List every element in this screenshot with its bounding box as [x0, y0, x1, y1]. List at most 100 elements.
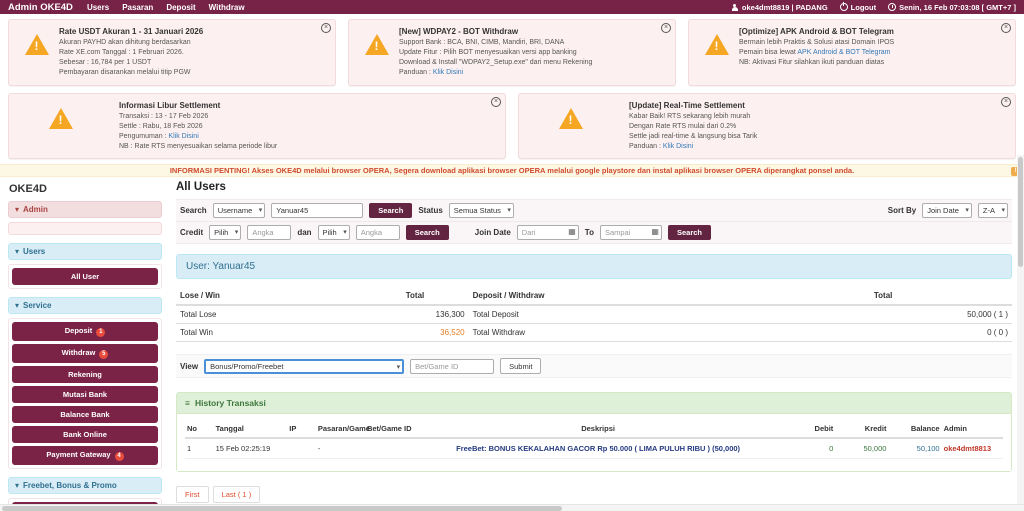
close-icon[interactable]: ×	[321, 23, 331, 33]
history-header-ip: IP	[287, 420, 316, 440]
sidebar-item-rekening[interactable]: Rekening	[12, 366, 158, 384]
calendar-icon: ▦	[568, 227, 576, 237]
summary-header-lose-win: Lose / Win	[176, 287, 402, 307]
history-header-admin: Admin	[941, 420, 1003, 440]
sort-order-select[interactable]: Z-A ▾	[977, 203, 1008, 219]
notice-line: Transaksi : 13 - 17 Feb 2026	[119, 112, 209, 120]
filter-row-credit: Credit Pilih ▾ dan Pilih ▾ Search Join Dat…	[176, 222, 1012, 245]
credit-value1-input[interactable]	[247, 225, 292, 241]
vertical-scrollbar-thumb[interactable]	[1018, 157, 1023, 267]
cell-tanggal: 15 Feb 02:25:19	[213, 438, 288, 460]
sidebar-section-freebet[interactable]: ▾ Freebet, Bonus & Promo	[8, 477, 162, 495]
notice-line: Dengan Rate RTS mulai dari 0.2%	[629, 122, 737, 130]
logout-button[interactable]: Logout	[839, 2, 876, 12]
notice-line-prefix: Panduan :	[629, 142, 663, 150]
sidebar-section-users[interactable]: ▾ Users	[8, 243, 162, 261]
search-by-select[interactable]: Username ▾	[212, 203, 266, 219]
status-select[interactable]: Semua Status ▾	[448, 203, 514, 219]
notice-line-prefix: Pemain bisa lewat	[739, 49, 798, 57]
to-label: To	[584, 228, 594, 238]
credit-value2-input[interactable]	[355, 225, 400, 241]
vertical-scrollbar[interactable]	[1017, 155, 1024, 504]
users-section-panel: All User	[8, 264, 162, 290]
sidebar-item-all-user[interactable]: All User	[12, 268, 158, 286]
service-section-panel: Deposit 1 Withdraw 5 Rekening Mutasi Bank …	[8, 318, 162, 470]
date-from-input[interactable]: Dari ▦	[516, 225, 579, 241]
sidebar-section-label: Service	[23, 301, 52, 311]
bet-game-id-input[interactable]	[410, 358, 495, 374]
current-user[interactable]: oke4dmt8819 | PADANG	[731, 3, 828, 12]
sort-field-select[interactable]: Join Date ▾	[922, 203, 972, 219]
view-select[interactable]: Bonus/Promo/Freebet ▾	[204, 358, 405, 374]
close-icon[interactable]: ×	[1001, 23, 1011, 33]
chevron-down-icon: ▾	[1001, 207, 1005, 215]
sidebar-item-mutasi-bank[interactable]: Mutasi Bank	[12, 386, 158, 404]
notice-title: Informasi Libur Settlement	[119, 100, 221, 110]
nav-item-pasaran[interactable]: Pasaran	[122, 3, 153, 12]
nav-menu: Users Pasaran Deposit Withdraw	[87, 3, 245, 12]
sidebar-section-admin[interactable]: ▾ Admin	[8, 201, 162, 219]
credit-op1-select[interactable]: Pilih ▾	[209, 225, 242, 241]
first-page-button[interactable]: First	[176, 486, 209, 504]
notice-line-prefix: Pengumuman :	[119, 132, 169, 140]
submit-button[interactable]: Submit	[500, 358, 542, 375]
cell-pasaran: -	[315, 438, 365, 460]
chevron-down-icon: ▾	[15, 481, 20, 491]
sidebar-item-withdraw[interactable]: Withdraw 5	[12, 344, 158, 364]
notice-line: Akuran PAYHD akan dihitung berdasarkan	[59, 39, 191, 46]
notice-line: Download & Install "WDPAY2_Setup.exe" da…	[399, 59, 593, 67]
notification-badge: 1	[96, 328, 106, 338]
date-from-placeholder: Dari	[521, 228, 536, 238]
chevron-down-icon: ▾	[965, 207, 969, 215]
klik-disini-link[interactable]: Klik Disini	[663, 143, 693, 150]
notice-title: [New] WDPAY2 - BOT Withdraw	[399, 27, 519, 36]
close-icon[interactable]: ×	[661, 23, 671, 33]
notice-line: Settle : Rabu, 18 Feb 2026	[119, 122, 203, 130]
history-header-tanggal: Tanggal	[213, 420, 288, 440]
datetime-label: Senin, 16 Feb 07:03:08 [ GMT+7 ]	[899, 2, 1016, 12]
notice-line: NB: Aktivasi Fitur silahkan ikuti pandua…	[739, 59, 885, 67]
warning-icon	[559, 107, 583, 129]
sidebar-item-label: Payment Gateway	[46, 450, 111, 460]
klik-disini-link[interactable]: Klik Disini	[168, 133, 198, 140]
cell-ip	[287, 438, 316, 460]
search-input[interactable]	[271, 203, 364, 219]
summary-row: Total Win 36,520 Total Withdraw 0 ( 0 )	[176, 323, 1012, 343]
date-to-input[interactable]: Sampai ▦	[599, 225, 662, 241]
klik-disini-link[interactable]: Klik Disini	[433, 69, 463, 76]
last-page-button[interactable]: Last ( 1 )	[212, 486, 261, 504]
nav-item-users[interactable]: Users	[87, 3, 109, 12]
summary-table: Lose / Win Total Deposit / Withdraw Tota…	[176, 287, 1012, 343]
horizontal-scrollbar-thumb[interactable]	[2, 506, 562, 511]
summary-header-total-1: Total	[401, 287, 469, 307]
total-lose-value: 136,300	[401, 305, 469, 325]
sidebar-item-payment-gateway[interactable]: Payment Gateway 4	[12, 446, 158, 466]
sidebar-item-bank-online[interactable]: Bank Online	[12, 426, 158, 444]
notice-line: Pembayaran disarankan melalui titip PGW	[59, 69, 191, 77]
status-value: Semua Status	[453, 206, 501, 216]
notice-line: Kabar Baik! RTS sekarang lebih murah	[629, 112, 751, 120]
apk-bot-link[interactable]: APK Android & BOT Telegram	[797, 49, 890, 56]
search-button[interactable]: Search	[369, 203, 413, 219]
warning-icon	[705, 34, 729, 55]
nav-item-withdraw[interactable]: Withdraw	[209, 3, 245, 12]
credit-op2-select[interactable]: Pilih ▾	[317, 225, 350, 241]
sidebar-section-service[interactable]: ▾ Service	[8, 297, 162, 315]
warning-icon	[25, 34, 49, 55]
close-icon[interactable]: ×	[1001, 96, 1011, 107]
sidebar-item-deposit[interactable]: Deposit 1	[12, 322, 158, 342]
summary-header-total-2: Total	[869, 287, 1012, 307]
search-by-value: Username	[217, 206, 253, 216]
sidebar-item-balance-bank[interactable]: Balance Bank	[12, 406, 158, 424]
credit-op1-value: Pilih	[214, 228, 229, 238]
nav-item-deposit[interactable]: Deposit	[166, 3, 195, 12]
credit-search-button[interactable]: Search	[405, 225, 449, 241]
close-icon[interactable]: ×	[491, 96, 501, 107]
navbar-right: oke4dmt8819 | PADANG Logout Senin, 16 Fe…	[731, 2, 1016, 12]
cell-deskripsi: FreeBet: BONUS KEKALAHAN GACOR Rp 50.000…	[414, 438, 783, 460]
horizontal-scrollbar[interactable]	[0, 504, 1024, 511]
total-withdraw-label: Total Withdraw	[468, 323, 870, 343]
history-header-bet-id: Bet/Game ID	[364, 420, 415, 440]
date-search-button[interactable]: Search	[667, 225, 711, 241]
history-panel-body: No Tanggal IP Pasaran/Game Bet/Game ID D…	[177, 414, 1011, 472]
